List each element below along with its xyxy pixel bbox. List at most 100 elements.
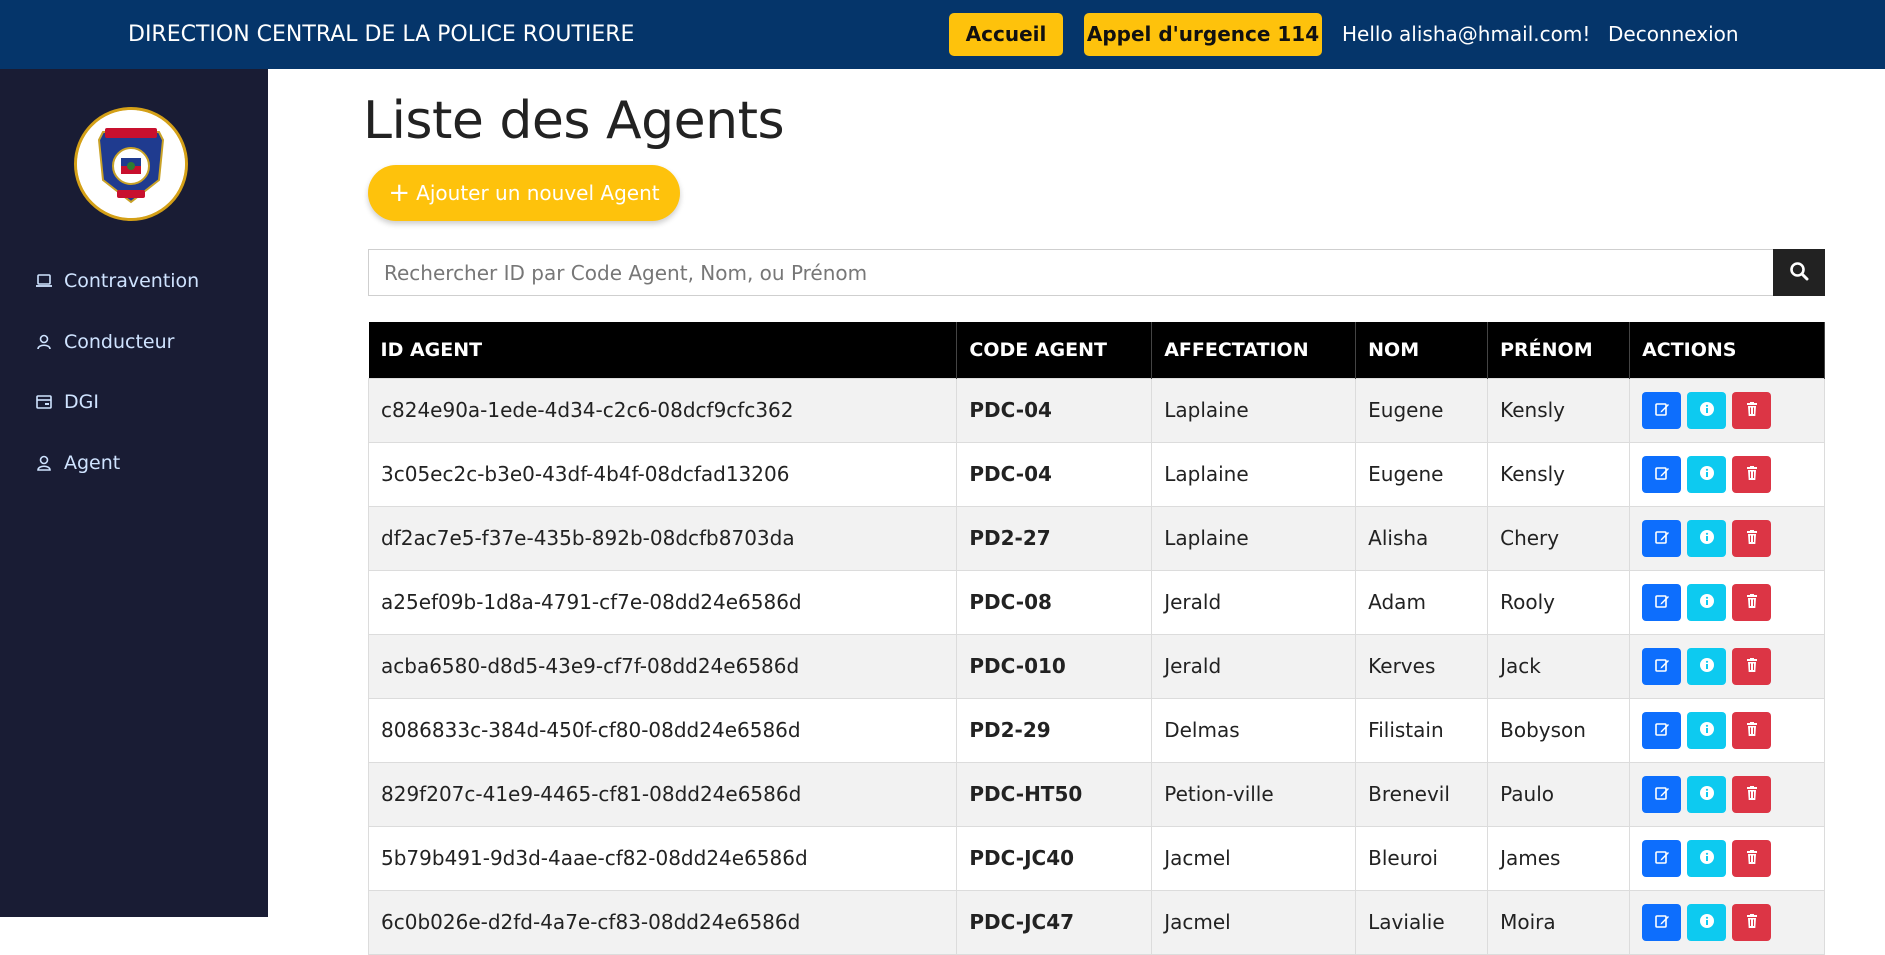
table-row: 3c05ec2c-b3e0-43df-4b4f-08dcfad13206 PDC-… xyxy=(367,441,1825,507)
info-button[interactable] xyxy=(1687,455,1727,493)
cell-nom: Eugene xyxy=(1355,377,1489,443)
emergency-call-button[interactable]: Appel d'urgence 114 xyxy=(1084,13,1322,56)
table-row: acba6580-d8d5-43e9-cf7f-08dd24e6586d PDC-… xyxy=(367,633,1825,699)
delete-button[interactable] xyxy=(1732,775,1772,813)
edit-button[interactable] xyxy=(1642,775,1682,813)
cell-actions xyxy=(1629,505,1825,571)
cell-affectation: Jerald xyxy=(1151,569,1357,635)
cell-affectation: Petion-ville xyxy=(1151,761,1357,827)
delete-button[interactable] xyxy=(1732,711,1772,749)
sidebar-item-label: Conducteur xyxy=(64,331,175,353)
delete-button[interactable] xyxy=(1732,519,1772,557)
edit-button[interactable] xyxy=(1642,903,1682,941)
search-button[interactable] xyxy=(1773,249,1825,296)
cell-id: 3c05ec2c-b3e0-43df-4b4f-08dcfad13206 xyxy=(367,441,958,507)
trash-icon xyxy=(1744,526,1760,550)
info-icon xyxy=(1699,910,1715,934)
cell-prenom: Rooly xyxy=(1487,569,1631,635)
plus-icon: + xyxy=(388,178,411,208)
edit-icon xyxy=(1654,654,1670,678)
info-button[interactable] xyxy=(1687,711,1727,749)
delete-button[interactable] xyxy=(1732,455,1772,493)
brand-title[interactable]: DIRECTION CENTRAL DE LA POLICE ROUTIERE xyxy=(128,0,634,69)
info-button[interactable] xyxy=(1687,583,1727,621)
cell-actions xyxy=(1629,889,1825,955)
cell-code: PDC-JC47 xyxy=(956,889,1153,955)
cell-code: PDC-04 xyxy=(956,377,1153,443)
delete-button[interactable] xyxy=(1732,839,1772,877)
person-badge-icon xyxy=(34,453,54,473)
column-header-prenom: PRÉNOM xyxy=(1487,322,1631,378)
cell-code: PDC-JC40 xyxy=(956,825,1153,891)
cell-id: 8086833c-384d-450f-cf80-08dd24e6586d xyxy=(367,697,958,763)
edit-icon xyxy=(1654,398,1670,422)
info-button[interactable] xyxy=(1687,839,1727,877)
cell-nom: Brenevil xyxy=(1355,761,1489,827)
delete-button[interactable] xyxy=(1732,647,1772,685)
cell-code: PDC-HT50 xyxy=(956,761,1153,827)
cell-actions xyxy=(1629,697,1825,763)
cell-code: PDC-010 xyxy=(956,633,1153,699)
edit-button[interactable] xyxy=(1642,455,1682,493)
table-row: df2ac7e5-f37e-435b-892b-08dcfb8703da PD2-… xyxy=(367,505,1825,571)
sidebar-item-label: DGI xyxy=(64,391,99,413)
user-greeting: Hello alisha@hmail.com! xyxy=(1342,22,1591,46)
cell-affectation: Delmas xyxy=(1151,697,1357,763)
cell-actions xyxy=(1629,441,1825,507)
trash-icon xyxy=(1744,590,1760,614)
info-button[interactable] xyxy=(1687,519,1727,557)
add-agent-label: Ajouter un nouvel Agent xyxy=(416,181,660,205)
cell-nom: Kerves xyxy=(1355,633,1489,699)
cell-actions xyxy=(1629,633,1825,699)
home-button[interactable]: Accueil xyxy=(949,13,1063,56)
info-icon xyxy=(1699,462,1715,486)
add-agent-button[interactable]: + Ajouter un nouvel Agent xyxy=(368,165,680,221)
info-icon xyxy=(1699,398,1715,422)
logout-link[interactable]: Deconnexion xyxy=(1608,0,1739,69)
edit-button[interactable] xyxy=(1642,519,1682,557)
cell-affectation: Jerald xyxy=(1151,633,1357,699)
table-row: a25ef09b-1d8a-4791-cf7e-08dd24e6586d PDC-… xyxy=(367,569,1825,635)
info-button[interactable] xyxy=(1687,775,1727,813)
table-row: 5b79b491-9d3d-4aae-cf82-08dd24e6586d PDC-… xyxy=(367,825,1825,891)
cell-prenom: Chery xyxy=(1487,505,1631,571)
delete-button[interactable] xyxy=(1732,903,1772,941)
police-logo xyxy=(74,107,188,221)
table-row: 8086833c-384d-450f-cf80-08dd24e6586d PD2-… xyxy=(367,697,1825,763)
trash-icon xyxy=(1744,654,1760,678)
edit-button[interactable] xyxy=(1642,391,1682,429)
info-button[interactable] xyxy=(1687,647,1727,685)
sidebar-item-agent[interactable]: Agent xyxy=(34,448,120,478)
info-button[interactable] xyxy=(1687,391,1727,429)
edit-icon xyxy=(1654,590,1670,614)
cell-prenom: Jack xyxy=(1487,633,1631,699)
info-button[interactable] xyxy=(1687,903,1727,941)
column-header-id: ID AGENT xyxy=(368,322,958,378)
edit-icon xyxy=(1654,910,1670,934)
cell-id: acba6580-d8d5-43e9-cf7f-08dd24e6586d xyxy=(367,633,958,699)
sidebar-item-conducteur[interactable]: Conducteur xyxy=(34,327,174,357)
cell-nom: Adam xyxy=(1355,569,1489,635)
edit-button[interactable] xyxy=(1642,711,1682,749)
cell-affectation: Jacmel xyxy=(1151,825,1357,891)
delete-button[interactable] xyxy=(1732,583,1772,621)
cell-prenom: Kensly xyxy=(1487,441,1631,507)
edit-button[interactable] xyxy=(1642,583,1682,621)
edit-icon xyxy=(1654,526,1670,550)
column-header-affectation: AFFECTATION xyxy=(1151,322,1357,378)
sidebar-item-label: Contravention xyxy=(64,270,200,292)
delete-button[interactable] xyxy=(1732,391,1772,429)
search-input[interactable] xyxy=(368,249,1775,296)
column-header-nom: NOM xyxy=(1355,322,1489,378)
table-row: 829f207c-41e9-4465-cf81-08dd24e6586d PDC-… xyxy=(367,761,1825,827)
cell-actions xyxy=(1629,569,1825,635)
edit-button[interactable] xyxy=(1642,647,1682,685)
edit-icon xyxy=(1654,782,1670,806)
table-header-row: ID AGENT CODE AGENT AFFECTATION NOM PRÉN… xyxy=(368,322,1825,378)
laptop-icon xyxy=(34,271,54,291)
sidebar-item-contravention[interactable]: Contravention xyxy=(34,266,199,296)
info-icon xyxy=(1699,654,1715,678)
sidebar-item-dgi[interactable]: DGI xyxy=(34,387,99,417)
edit-button[interactable] xyxy=(1642,839,1682,877)
person-icon xyxy=(34,332,54,352)
